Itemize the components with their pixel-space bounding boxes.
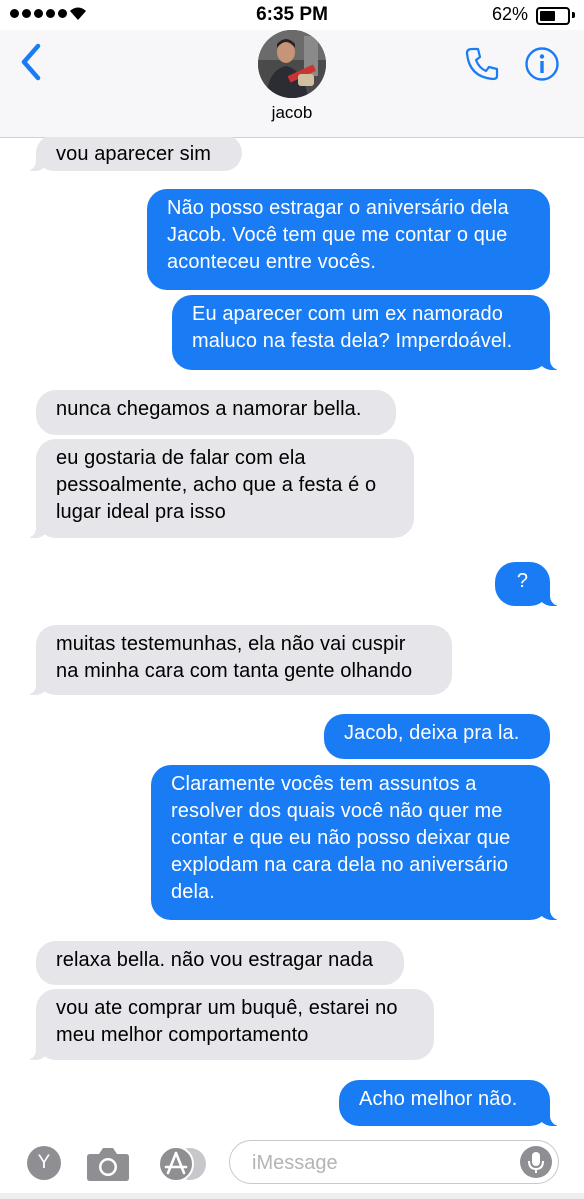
microphone-icon[interactable]	[520, 1146, 552, 1178]
compose-bar: Y iMessage	[0, 1130, 584, 1199]
message-sent: ?	[495, 562, 560, 606]
status-bar: 6:35 PM 62%	[0, 0, 584, 30]
message-received: relaxa bella. não vou estragar nada	[36, 941, 404, 985]
contact-name[interactable]: jacob	[0, 103, 584, 123]
message-sent: Acho melhor não.	[339, 1080, 560, 1126]
battery-percent: 62%	[491, 4, 528, 24]
message-received: muitas testemunhas, ela não vai cuspir n…	[26, 625, 452, 695]
message-received: nunca chegamos a namorar bella.	[36, 390, 396, 435]
camera-icon[interactable]	[86, 1146, 130, 1182]
message-received: vou ate comprar um buquê, estarei no meu…	[26, 989, 434, 1060]
message-input[interactable]: iMessage	[229, 1140, 559, 1184]
contact-avatar[interactable]	[258, 30, 326, 98]
conversation-header: jacob	[0, 30, 584, 138]
message-sent: Jacob, deixa pra la.	[324, 714, 550, 759]
message-received: eu gostaria de falar com ela pessoalment…	[26, 439, 414, 538]
message-thread[interactable]: vou aparecer sim Não posso estragar o an…	[0, 137, 584, 1130]
message-sent: Eu aparecer com um ex namorado maluco na…	[172, 295, 560, 370]
bottom-edge	[0, 1193, 584, 1199]
chevron-left-icon[interactable]	[18, 42, 46, 82]
battery-icon	[536, 7, 570, 25]
y-app-icon[interactable]: Y	[27, 1146, 61, 1180]
info-icon[interactable]	[524, 46, 560, 82]
battery-fill	[540, 11, 555, 21]
battery-tip	[572, 12, 575, 18]
app-store-icon[interactable]	[157, 1145, 207, 1183]
message-input-placeholder: iMessage	[252, 1152, 338, 1174]
phone-icon[interactable]	[464, 46, 500, 82]
message-sent: Não posso estragar o aniversário dela Ja…	[147, 189, 550, 290]
message-received: vou aparecer sim	[26, 137, 242, 171]
message-sent: Claramente vocês tem assuntos a resolver…	[151, 765, 560, 920]
